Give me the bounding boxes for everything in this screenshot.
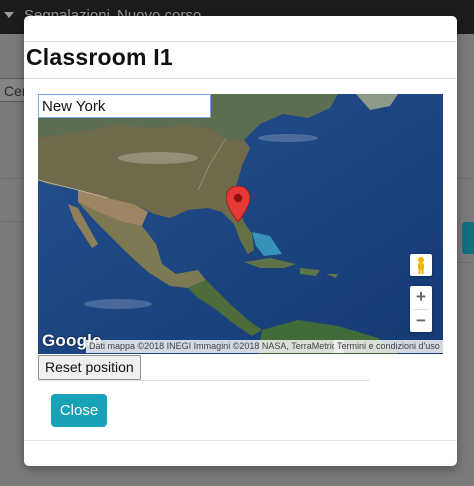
caret-down-icon	[4, 12, 14, 18]
map-marker-icon[interactable]	[226, 186, 250, 222]
classroom-modal: Classroom I1 New York + − Google Dati ma…	[24, 16, 457, 466]
close-button[interactable]: Close	[51, 394, 107, 427]
modal-divider	[38, 380, 370, 381]
street-view-pegman-icon[interactable]	[410, 254, 432, 276]
background-divider	[0, 178, 24, 179]
modal-divider	[24, 41, 457, 42]
background-divider	[0, 221, 24, 222]
zoom-out-button[interactable]: −	[410, 310, 432, 332]
background-divider	[457, 178, 474, 179]
zoom-control: + −	[410, 286, 432, 332]
map-terms-link[interactable]: Termini e condizioni d'uso	[334, 340, 443, 353]
zoom-in-button[interactable]: +	[410, 286, 432, 308]
background-button[interactable]	[462, 222, 474, 254]
map-attribution: Dati mappa ©2018 INEGI Immagini ©2018 NA…	[86, 340, 344, 353]
map-search-input[interactable]	[38, 94, 211, 118]
modal-title: Classroom I1	[26, 44, 173, 70]
modal-divider	[24, 78, 457, 79]
map-widget[interactable]: + − Google Dati mappa ©2018 INEGI Immagi…	[38, 94, 443, 354]
background-divider	[457, 262, 474, 263]
reset-position-button[interactable]: Reset position	[38, 355, 141, 380]
satellite-map[interactable]	[38, 94, 443, 354]
modal-footer-divider	[24, 440, 457, 441]
